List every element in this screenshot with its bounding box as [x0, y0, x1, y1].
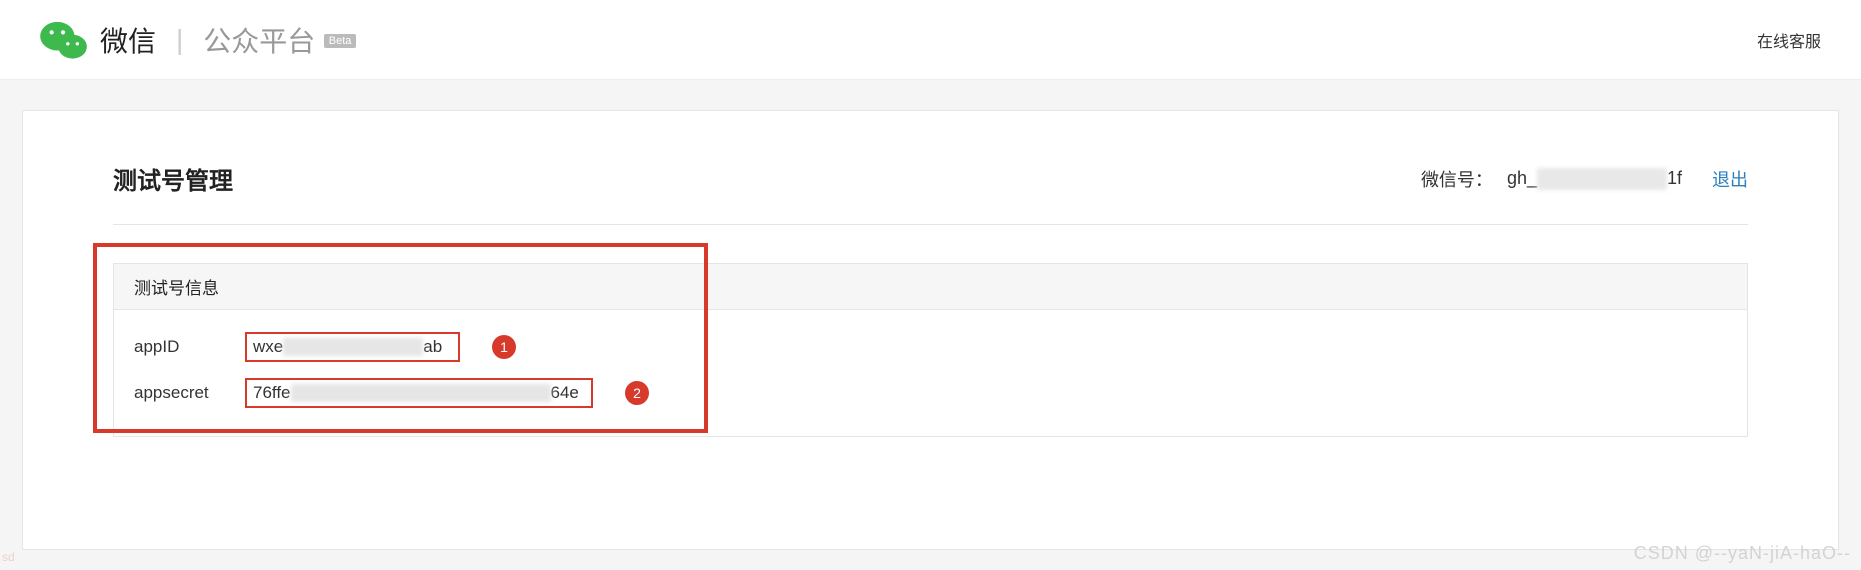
- info-panel: 测试号信息 appID wxe ab 1 appsecret 76ffe: [113, 263, 1748, 437]
- info-val-appsecret: 76ffe 64e: [245, 378, 593, 408]
- info-val-appid: wxe ab: [245, 332, 460, 362]
- customer-service-link[interactable]: 在线客服: [1757, 28, 1821, 52]
- info-box: 测试号信息 appID wxe ab 1 appsecret 76ffe: [113, 263, 1748, 437]
- account-label: 微信号：: [1421, 166, 1493, 192]
- account-id: gh_ 1f: [1507, 168, 1682, 190]
- brand-weixin-text: 微信: [100, 20, 156, 60]
- page-top-bar: 测试号管理 微信号： gh_ 1f 退出: [113, 161, 1748, 225]
- logout-link[interactable]: 退出: [1712, 166, 1748, 192]
- logo-area: 微信 | 公众平台 Beta: [40, 20, 356, 60]
- account-id-suffix: 1f: [1667, 168, 1682, 189]
- content-card: 测试号管理 微信号： gh_ 1f 退出 测试号信息 appID wxe ab: [22, 110, 1839, 550]
- info-key-appid: appID: [134, 337, 229, 357]
- appsecret-censored: [291, 384, 551, 402]
- info-row-appid: appID wxe ab 1: [134, 324, 1727, 370]
- account-id-prefix: gh_: [1507, 168, 1537, 189]
- brand-platform-wrap: 公众平台 Beta: [203, 20, 356, 60]
- beta-badge: Beta: [324, 34, 357, 48]
- appid-prefix: wxe: [253, 337, 283, 357]
- appsecret-suffix: 64e: [551, 383, 579, 403]
- info-section-title: 测试号信息: [114, 264, 1747, 310]
- page-title: 测试号管理: [113, 161, 233, 196]
- side-watermark: sd: [2, 550, 15, 564]
- account-id-censored: [1537, 168, 1667, 190]
- top-header: 微信 | 公众平台 Beta 在线客服: [0, 0, 1861, 80]
- info-body: appID wxe ab 1 appsecret 76ffe 64e: [114, 310, 1747, 436]
- account-area: 微信号： gh_ 1f 退出: [1421, 166, 1748, 192]
- appid-censored: [283, 338, 423, 356]
- appsecret-prefix: 76ffe: [253, 383, 291, 403]
- brand-divider: |: [176, 24, 183, 56]
- wechat-icon: [40, 20, 88, 60]
- brand-platform-text: 公众平台: [203, 26, 315, 57]
- info-row-appsecret: appsecret 76ffe 64e 2: [134, 370, 1727, 416]
- annotation-badge-2: 2: [625, 381, 649, 405]
- annotation-badge-1: 1: [492, 335, 516, 359]
- info-key-appsecret: appsecret: [134, 383, 229, 403]
- appid-suffix: ab: [423, 337, 442, 357]
